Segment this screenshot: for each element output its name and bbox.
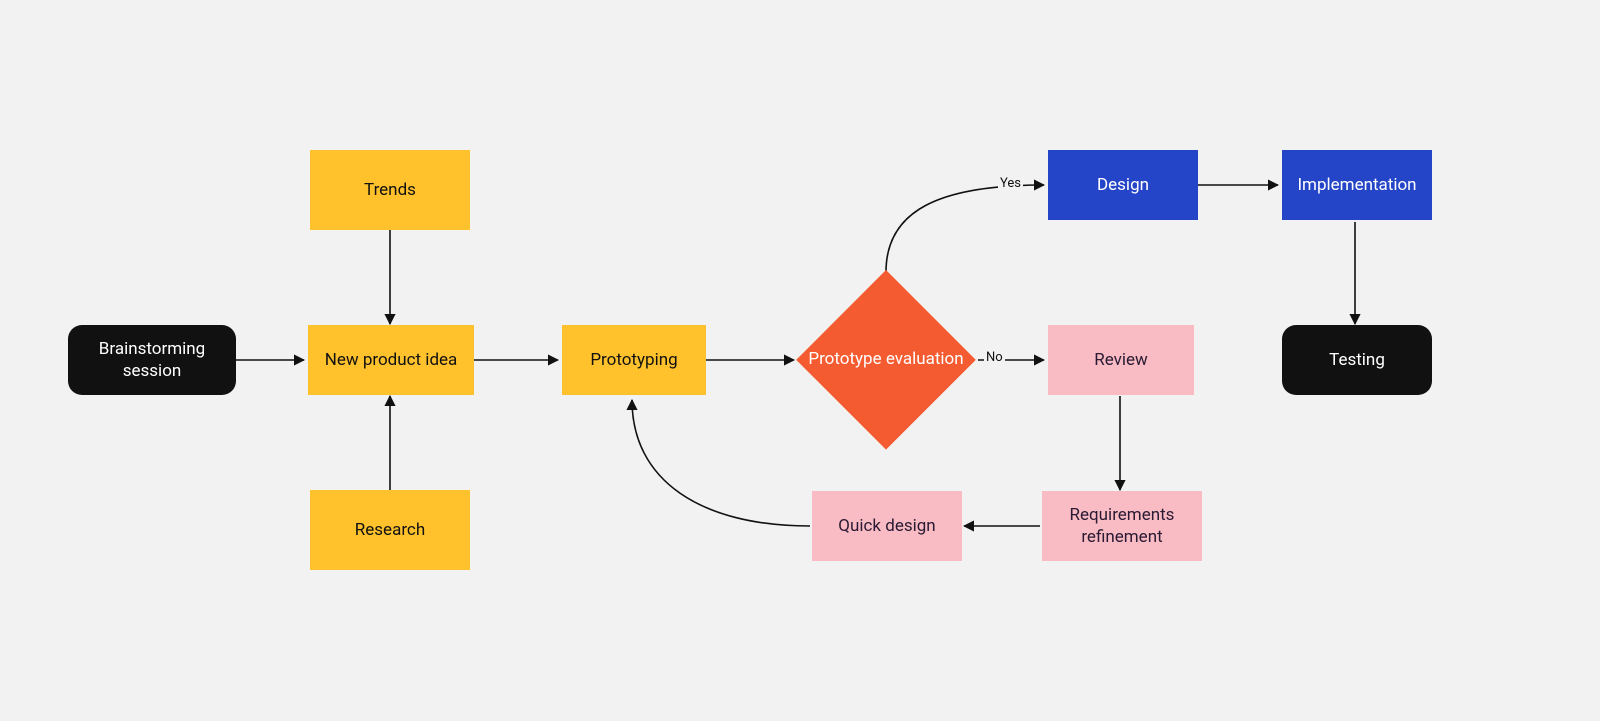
node-label: Prototyping — [590, 349, 677, 371]
edge-label-yes: Yes — [998, 176, 1023, 191]
node-label: Quick design — [838, 515, 935, 537]
node-prototyping: Prototyping — [562, 325, 706, 395]
node-label: Implementation — [1297, 174, 1416, 196]
node-label: Trends — [364, 179, 416, 201]
node-trends: Trends — [310, 150, 470, 230]
node-design: Design — [1048, 150, 1198, 220]
node-label: Testing — [1329, 349, 1385, 371]
node-label: Design — [1097, 174, 1149, 196]
node-quick-design: Quick design — [812, 491, 962, 561]
node-brainstorming: Brainstorming session — [68, 325, 236, 395]
flowchart-canvas: Brainstorming session Trends Research Ne… — [0, 0, 1600, 721]
node-requirements-refinement: Requirements refinement — [1042, 491, 1202, 561]
node-label: Research — [355, 519, 425, 541]
node-label: New product idea — [325, 349, 458, 371]
node-testing: Testing — [1282, 325, 1432, 395]
node-label: Requirements refinement — [1042, 504, 1202, 548]
node-implementation: Implementation — [1282, 150, 1432, 220]
node-label: Review — [1094, 349, 1148, 371]
node-label: Prototype evaluation — [808, 349, 963, 370]
node-prototype-evaluation: Prototype evaluation — [796, 270, 976, 450]
node-new-product-idea: New product idea — [308, 325, 474, 395]
node-label: Brainstorming session — [68, 338, 236, 382]
node-review: Review — [1048, 325, 1194, 395]
edge-label-no: No — [984, 350, 1005, 365]
node-research: Research — [310, 490, 470, 570]
